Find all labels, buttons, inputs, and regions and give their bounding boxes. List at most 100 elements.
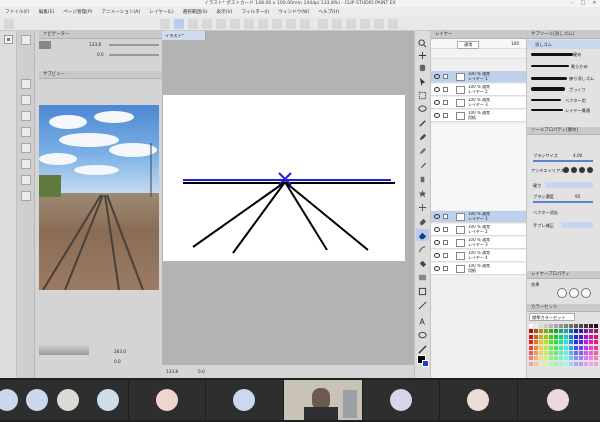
cloud-icon[interactable]: [202, 19, 212, 29]
color-swatch[interactable]: [569, 356, 573, 361]
color-swatch[interactable]: [574, 324, 578, 328]
color-swatch[interactable]: [534, 324, 538, 328]
figure-icon[interactable]: [418, 287, 427, 296]
layer-row[interactable]: 100 % 通常 レイヤー 3: [431, 97, 527, 109]
color-swatch[interactable]: [584, 345, 588, 350]
color-swatch[interactable]: [589, 361, 593, 366]
hardness-slider[interactable]: [545, 182, 593, 188]
color-swatch[interactable]: [559, 329, 563, 334]
color-swatch[interactable]: [569, 329, 573, 334]
gradient-icon[interactable]: [418, 273, 427, 282]
lasso-icon[interactable]: [418, 105, 427, 114]
participant-tile[interactable]: [518, 380, 600, 420]
color-swatch[interactable]: [549, 334, 553, 339]
color-swatch[interactable]: [589, 340, 593, 345]
layer-row[interactable]: 100 % 通常 レイヤー 1: [431, 71, 527, 83]
panel-icon-5[interactable]: [21, 127, 31, 137]
color-swatch[interactable]: [534, 351, 538, 355]
participant-tile[interactable]: [88, 380, 128, 420]
panel-icon-8[interactable]: [21, 175, 31, 185]
airbrush-icon[interactable]: [418, 175, 427, 184]
stabilize-slider[interactable]: [561, 222, 593, 228]
color-swatch[interactable]: [544, 345, 548, 350]
paste-icon[interactable]: [244, 19, 254, 29]
decoration-icon[interactable]: [418, 189, 427, 198]
color-swatch[interactable]: [579, 324, 583, 328]
navigator-tab[interactable]: ナビゲーター: [39, 31, 162, 39]
sub-tool-item[interactable]: ざっくり: [569, 87, 586, 93]
color-swatch[interactable]: [594, 329, 598, 334]
participant-video-tile[interactable]: [284, 380, 362, 420]
color-swatch[interactable]: [549, 324, 553, 328]
color-swatch[interactable]: [539, 334, 543, 339]
color-swatch[interactable]: [584, 324, 588, 328]
subview-tab[interactable]: サブビュー: [39, 71, 162, 79]
eraser-active-icon[interactable]: [418, 231, 427, 240]
effect-option[interactable]: [557, 288, 567, 298]
color-swatch[interactable]: [529, 345, 533, 350]
menu-animation[interactable]: アニメーション(A): [102, 9, 141, 15]
text-icon[interactable]: A: [418, 317, 427, 326]
color-swatch[interactable]: [564, 324, 568, 328]
layer-row[interactable]: 100 % 通常 レイヤー 2: [431, 84, 527, 96]
color-swatch[interactable]: [554, 334, 558, 339]
antialias-option-3[interactable]: [579, 167, 585, 173]
layer-row[interactable]: 100 % 通常 レイヤー 3: [431, 237, 527, 249]
layer-row[interactable]: 100 % 通常 用紙: [431, 110, 527, 122]
color-swatch[interactable]: [569, 345, 573, 350]
move-icon[interactable]: [418, 51, 427, 60]
color-swatch[interactable]: [544, 356, 548, 361]
sub-tool-item[interactable]: レイヤー貫通: [565, 108, 590, 114]
color-palette[interactable]: [529, 324, 599, 368]
color-swatch[interactable]: [564, 345, 568, 350]
color-swatch[interactable]: [554, 351, 558, 355]
eraser-icon[interactable]: [418, 217, 427, 226]
color-swatch[interactable]: [554, 340, 558, 345]
sparkle-icon[interactable]: [418, 203, 427, 212]
color-swatch[interactable]: [574, 361, 578, 366]
color-swatch[interactable]: [579, 334, 583, 339]
color-swatch[interactable]: [564, 361, 568, 366]
balloon-icon[interactable]: [418, 331, 427, 340]
tool-a-icon[interactable]: [4, 35, 13, 44]
layer-row[interactable]: 100 % 通常 用紙: [431, 263, 527, 275]
color-swatch[interactable]: [559, 361, 563, 366]
color-swatch[interactable]: [584, 329, 588, 334]
tool-property-tab[interactable]: ツールプロパティ[硬め]: [527, 127, 600, 135]
zoom-icon[interactable]: [418, 39, 427, 48]
color-swatch[interactable]: [539, 356, 543, 361]
menu-layer[interactable]: レイヤー(L): [149, 9, 173, 15]
panel-icon-4[interactable]: [21, 111, 31, 121]
color-swatch[interactable]: [544, 340, 548, 345]
canvas-tab[interactable]: イラスト*: [162, 31, 206, 40]
layer-property-tab[interactable]: レイヤープロパティ: [527, 271, 600, 279]
color-swatch[interactable]: [569, 361, 573, 366]
eyedropper-icon[interactable]: [418, 119, 427, 128]
menu-filter[interactable]: フィルター(I): [241, 9, 269, 15]
open-file-icon[interactable]: [174, 19, 184, 29]
deselect-icon[interactable]: [332, 19, 342, 29]
color-swatch[interactable]: [559, 340, 563, 345]
color-swatch[interactable]: [529, 324, 533, 328]
color-swatch[interactable]: [589, 334, 593, 339]
color-swatch[interactable]: [539, 351, 543, 355]
color-swatch[interactable]: [544, 329, 548, 334]
color-swatch[interactable]: [529, 334, 533, 339]
color-swatch[interactable]: [594, 345, 598, 350]
color-swatch[interactable]: [554, 324, 558, 328]
color-swatch[interactable]: [549, 340, 553, 345]
color-swatch[interactable]: [584, 356, 588, 361]
color-swatch[interactable]: [564, 340, 568, 345]
copy-icon[interactable]: [230, 19, 240, 29]
panel-icon-1[interactable]: [21, 35, 31, 45]
invert-icon[interactable]: [360, 19, 370, 29]
color-swatch[interactable]: [549, 351, 553, 355]
color-swatch[interactable]: [544, 361, 548, 366]
participant-tile[interactable]: [363, 380, 439, 420]
color-swatch[interactable]: [534, 345, 538, 350]
color-swatch[interactable]: [544, 334, 548, 339]
new-file-icon[interactable]: [160, 19, 170, 29]
color-swatch[interactable]: [569, 334, 573, 339]
color-set-tab[interactable]: カラーセット: [527, 304, 600, 312]
color-swatch[interactable]: [559, 351, 563, 355]
